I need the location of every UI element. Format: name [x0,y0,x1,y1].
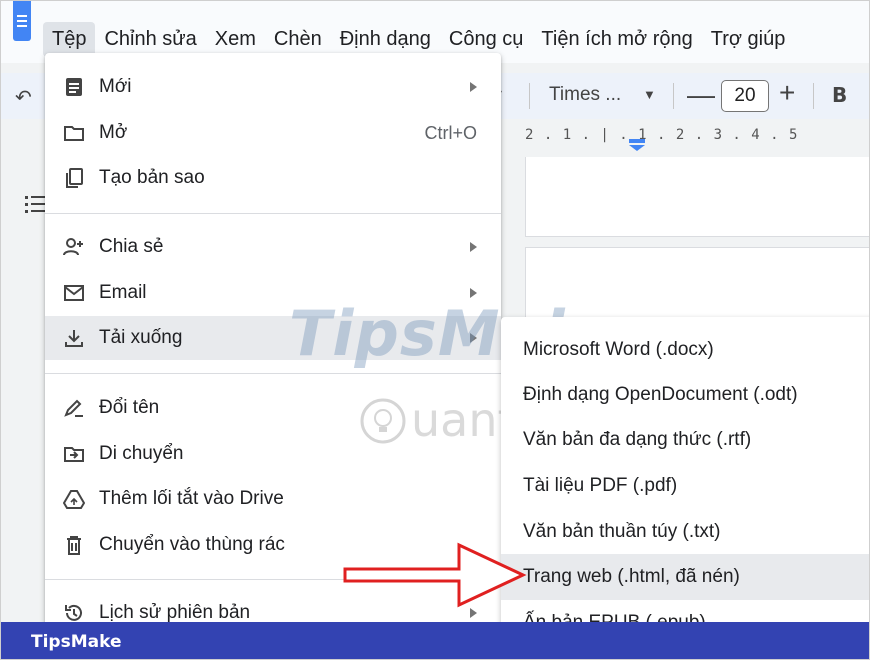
submenu-item-label: Microsoft Word (.docx) [523,339,714,360]
screenshot-frame: Tệp Chỉnh sửa Xem Chèn Định dạng Công cụ… [0,0,870,660]
submenu-item-label: Trang web (.html, đã nén) [523,566,740,587]
menu-tools[interactable]: Công cụ [440,22,533,57]
menu-item-label: Mới [99,76,132,97]
docs-logo-icon[interactable] [13,1,31,41]
submenu-item-label: Định dạng OpenDocument (.odt) [523,384,798,405]
menu-item-label: Tạo bản sao [99,167,205,188]
menu-item-label: Thêm lối tắt vào Drive [99,488,284,509]
submenu-item-label: Tài liệu PDF (.pdf) [523,475,678,496]
menu-item-label: Chuyển vào thùng rác [99,534,285,555]
menu-extensions[interactable]: Tiện ích mở rộng [532,22,701,57]
indent-marker-icon[interactable] [629,139,645,151]
document-outline-icon[interactable] [25,194,45,214]
document-page[interactable] [525,157,869,237]
download-submenu: Microsoft Word (.docx) Định dạng OpenDoc… [501,317,869,647]
decrease-font-size-button[interactable]: — [687,79,715,111]
folder-icon [64,126,84,141]
history-icon [65,604,82,621]
submenu-item-label: Văn bản đa dạng thức (.rtf) [523,429,752,450]
menu-file[interactable]: Tệp [43,21,96,57]
download-option-html-zip[interactable]: Trang web (.html, đã nén) [501,554,869,600]
menu-item-add-drive-shortcut[interactable]: Thêm lối tắt vào Drive [45,477,501,521]
move-folder-icon [64,447,84,462]
menu-insert[interactable]: Chèn [265,22,331,57]
menu-divider [45,213,501,214]
menu-item-label: Đổi tên [99,397,160,418]
menu-bar: Tệp Chỉnh sửa Xem Chèn Định dạng Công cụ… [43,21,794,57]
drive-shortcut-icon [63,490,85,509]
submenu-arrow-icon [470,82,477,92]
increase-font-size-button[interactable]: + [779,77,795,109]
download-option-txt[interactable]: Văn bản thuần túy (.txt) [501,509,869,555]
menu-item-label: Lịch sử phiên bản [99,602,251,623]
menu-item-label: Mở [99,122,128,143]
download-option-odt[interactable]: Định dạng OpenDocument (.odt) [501,372,869,418]
download-icon [65,330,83,347]
new-document-icon [66,78,82,96]
download-option-docx[interactable]: Microsoft Word (.docx) [501,327,869,373]
menu-item-label: Tải xuống [99,327,183,348]
footer-bar: TipsMake [1,622,869,659]
annotation-arrow-icon [343,542,527,608]
menu-item-label: Email [99,282,147,303]
menu-divider [45,373,501,374]
menu-edit[interactable]: Chỉnh sửa [95,22,205,57]
footer-brand: TipsMake [31,632,122,652]
menu-item-make-copy[interactable]: Tạo bản sao [45,156,501,200]
menu-view[interactable]: Xem [206,22,265,57]
submenu-arrow-icon [470,242,477,252]
menu-item-open[interactable]: Mở Ctrl+O [45,111,501,155]
font-size-input[interactable]: 20 [721,80,769,112]
keyboard-shortcut: Ctrl+O [424,122,477,143]
trash-icon [67,536,81,555]
rename-pencil-icon [64,399,83,417]
menu-help[interactable]: Trợ giúp [702,22,795,57]
toolbar-divider [813,83,814,109]
copy-icon [66,168,83,188]
horizontal-ruler: 2 . 1 . | . 1 . 2 . 3 . 4 . 5 [525,127,799,143]
menu-format[interactable]: Định dạng [331,22,440,57]
lightbulb-watermark-icon [360,398,406,444]
toolbar-divider [673,83,674,109]
download-option-pdf[interactable]: Tài liệu PDF (.pdf) [501,463,869,509]
toolbar-divider [529,83,530,109]
undo-icon[interactable]: ↶ [15,85,32,110]
menu-item-new[interactable]: Mới [45,65,501,109]
menu-item-label: Chia sẻ [99,236,164,257]
share-person-icon [63,238,83,256]
bold-button[interactable]: B [832,83,847,107]
menu-item-label: Di chuyển [99,443,184,464]
download-option-rtf[interactable]: Văn bản đa dạng thức (.rtf) [501,417,869,463]
menu-item-share[interactable]: Chia sẻ [45,225,501,269]
email-icon [64,285,84,301]
submenu-item-label: Văn bản thuần túy (.txt) [523,521,721,542]
font-dropdown-caret-icon[interactable]: ▼ [643,87,656,102]
font-family-select[interactable]: Times ... [549,84,621,106]
